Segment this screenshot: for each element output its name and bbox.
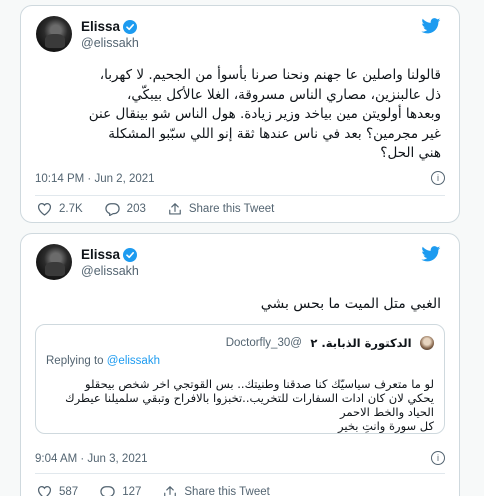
tweet-header: Elissa @elissakh bbox=[36, 16, 447, 60]
quoted-text-line: الحياد والخط الاحمر bbox=[340, 405, 434, 419]
divider bbox=[35, 195, 445, 196]
tweet-header: Elissa @elissakh bbox=[36, 244, 447, 288]
tweet-text-line: قالولنا واصلين عا جهنم ونحنا صرنا بأسوأ … bbox=[99, 67, 441, 83]
tweet-meta: 10:14 PM · Jun 2, 2021 i bbox=[35, 171, 445, 185]
like-count: 587 bbox=[59, 486, 79, 496]
divider bbox=[35, 473, 445, 474]
tweet-timestamp[interactable]: 9:04 AM · Jun 3, 2021 bbox=[35, 453, 148, 465]
author-handle[interactable]: @elissakh bbox=[81, 264, 139, 278]
reply-bubble-icon bbox=[104, 203, 120, 216]
verified-badge-icon bbox=[123, 19, 138, 34]
quoted-author-name: الدكتورة الذبابة. ٢ bbox=[310, 335, 412, 350]
tweet-text-line: هني الحل؟ bbox=[380, 145, 441, 162]
tweet-text-line: ذل عالبنزين، مصاري الناس مسروقة، الغلا ع… bbox=[126, 86, 441, 103]
share-label: Share this Tweet bbox=[188, 203, 275, 215]
author-name-row[interactable]: Elissa bbox=[81, 247, 138, 262]
tweet-actions: 587 127 Share this Tweet bbox=[37, 485, 445, 496]
tweet-meta: 9:04 AM · Jun 3, 2021 i bbox=[35, 451, 445, 465]
author-name[interactable]: Elissa bbox=[81, 247, 120, 262]
quoted-text-line: يحكي لان كان ادات السفارات للتخريب..تخبز… bbox=[65, 391, 434, 405]
tweet-timestamp[interactable]: 10:14 PM · Jun 2, 2021 bbox=[35, 173, 155, 185]
tweet-text-line: وبعدها أولويتن مين بياخد وزير زيادة. هول… bbox=[88, 106, 441, 123]
share-button[interactable]: Share this Tweet bbox=[168, 202, 274, 216]
quoted-author-handle: @Doctorfly_30 bbox=[225, 336, 302, 349]
quoted-tweet-header: الدكتورة الذبابة. ٢ @Doctorfly_30 bbox=[46, 334, 434, 350]
tweet-card[interactable]: Elissa @elissakh قالولنا واصلين عا جهنم … bbox=[20, 5, 460, 223]
quoted-text-line: كل سورة وانتِ بخير bbox=[338, 419, 434, 433]
tweet-text: الغبي متل الميت ما بحس بشي bbox=[35, 294, 441, 314]
reply-button[interactable]: 127 bbox=[100, 485, 141, 496]
author-name[interactable]: Elissa bbox=[81, 19, 120, 34]
reply-bubble-icon bbox=[100, 486, 115, 496]
quoted-avatar bbox=[420, 335, 434, 350]
reply-count: 203 bbox=[126, 203, 146, 215]
reply-button[interactable]: 203 bbox=[104, 202, 146, 216]
quoted-text-line: لو ما متعرف سياسيّك كنا صدقنا وطنيتك.. ب… bbox=[85, 377, 434, 391]
replying-to-handle[interactable]: @elissakh bbox=[107, 355, 160, 367]
verified-badge-icon bbox=[123, 247, 138, 262]
tweet-text: قالولنا واصلين عا جهنم ونحنا صرنا بأسوأ … bbox=[35, 66, 441, 164]
twitter-bird-icon[interactable] bbox=[421, 246, 441, 267]
author-handle[interactable]: @elissakh bbox=[81, 36, 139, 50]
share-upload-icon bbox=[164, 486, 177, 496]
avatar[interactable] bbox=[36, 244, 72, 280]
tweet-card[interactable]: Elissa @elissakh الغبي متل الميت ما بحس … bbox=[20, 233, 460, 496]
tweet-text-line: غير مجرمين؟ بعد في ناس عندها ثقة إنو الل… bbox=[108, 125, 441, 142]
heart-icon bbox=[37, 202, 52, 216]
share-label: Share this Tweet bbox=[184, 486, 270, 496]
replying-to: Replying to @elissakh bbox=[46, 355, 160, 367]
twitter-bird-icon[interactable] bbox=[421, 18, 441, 39]
heart-icon bbox=[37, 485, 52, 496]
author-name-row[interactable]: Elissa bbox=[81, 19, 138, 34]
quoted-tweet[interactable]: الدكتورة الذبابة. ٢ @Doctorfly_30 Replyi… bbox=[35, 324, 445, 434]
info-icon[interactable]: i bbox=[431, 171, 445, 185]
like-count: 2.7K bbox=[59, 203, 83, 215]
like-button[interactable]: 2.7K bbox=[37, 202, 83, 216]
share-upload-icon bbox=[169, 203, 181, 215]
replying-to-label: Replying to bbox=[46, 355, 104, 367]
quoted-tweet-text: لو ما متعرف سياسيّك كنا صدقنا وطنيتك.. ب… bbox=[46, 377, 434, 433]
avatar[interactable] bbox=[36, 16, 72, 52]
share-button[interactable]: Share this Tweet bbox=[163, 485, 270, 496]
like-button[interactable]: 587 bbox=[37, 485, 78, 496]
info-icon[interactable]: i bbox=[431, 451, 445, 465]
tweet-text-line: الغبي متل الميت ما بحس بشي bbox=[260, 296, 441, 312]
tweet-actions: 2.7K 203 Share this Tweet bbox=[37, 202, 445, 216]
reply-count: 127 bbox=[122, 486, 142, 496]
